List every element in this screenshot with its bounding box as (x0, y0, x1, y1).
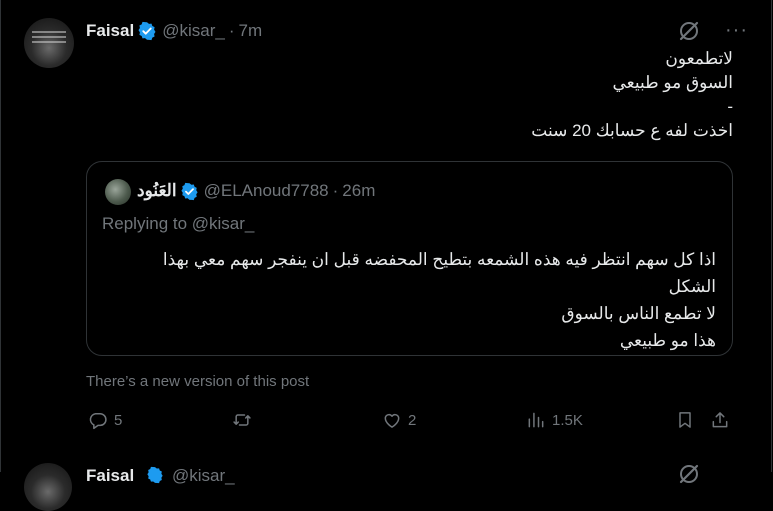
reply-count: 5 (114, 411, 123, 429)
tweet-text-line: - (727, 97, 733, 116)
quoted-header: العَنُود @ELAnoud7788 · 26m (137, 181, 375, 201)
quoted-text-line: اذا كل سهم انتظر فيه هذه الشمعه بتطيح ال… (162, 250, 716, 269)
author-name[interactable]: Faisal (86, 21, 134, 41)
more-icon[interactable]: ··· (725, 20, 748, 40)
quoted-author-name[interactable]: العَنُود (137, 181, 177, 201)
quoted-text-line: هذا مو طبيعي (619, 331, 716, 350)
share-button[interactable] (710, 410, 730, 430)
tweet-text-line: السوق مو طبيعي (612, 73, 733, 92)
share-icon (712, 412, 728, 428)
views-button[interactable]: 1.5K (526, 410, 583, 430)
bookmark-button[interactable] (675, 410, 695, 430)
quoted-text: اذا كل سهم انتظر فيه هذه الشمعه بتطيح ال… (163, 246, 716, 354)
replying-to[interactable]: Replying to @kisar_ (102, 214, 254, 234)
separator-dot: · (228, 21, 235, 40)
quoted-timestamp[interactable]: 26m (342, 181, 375, 201)
quoted-handle[interactable]: @ELAnoud7788 (204, 181, 329, 201)
tweet-header: Faisal @kisar_ · 7m (86, 21, 262, 41)
author-handle[interactable]: @kisar_ (162, 21, 225, 41)
reply-icon (89, 413, 107, 430)
quoted-avatar[interactable] (105, 179, 131, 205)
retweet-icon (233, 414, 251, 426)
reply-button[interactable]: 5 (88, 410, 122, 430)
like-count: 2 (408, 411, 417, 429)
next-tweet-avatar[interactable] (24, 463, 72, 511)
timestamp[interactable]: 7m (238, 21, 262, 41)
tweet-text-line: اخذت لفه ع حسابك 20 سنت (531, 121, 733, 140)
next-tweet-author-name[interactable]: Faisal (86, 466, 134, 486)
avatar[interactable] (24, 18, 74, 68)
quoted-text-line: لا تطمع الناس بالسوق (561, 304, 716, 323)
grok-icon[interactable] (677, 462, 701, 486)
next-tweet-handle[interactable]: @kisar_ (172, 466, 235, 486)
grok-icon[interactable] (677, 19, 701, 43)
quoted-tweet[interactable]: العَنُود @ELAnoud7788 · 26m Replying to … (86, 161, 733, 356)
verified-badge-icon (181, 182, 198, 200)
verified-badge-icon (147, 466, 163, 484)
like-icon (384, 413, 400, 428)
retweet-button[interactable] (232, 410, 258, 430)
quoted-text-line: الشكل (668, 277, 716, 296)
timeline-left-border (0, 0, 1, 472)
like-button[interactable]: 2 (382, 410, 416, 430)
tweet-text: لاتطمعون السوق مو طبيعي - اخذت لفه ع حسا… (531, 47, 733, 143)
views-count: 1.5K (552, 411, 583, 429)
separator-dot: · (332, 181, 339, 200)
views-icon (528, 412, 544, 428)
timeline-right-border (771, 0, 772, 472)
tweet-text-line: لاتطمعون (665, 49, 733, 68)
verified-badge-icon (138, 21, 156, 41)
new-version-notice[interactable]: There’s a new version of this post (86, 373, 309, 390)
bookmark-icon (679, 412, 691, 428)
